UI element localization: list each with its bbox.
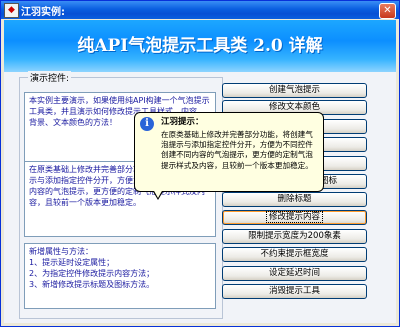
- balloon-body: 在原类基础上修改并完善部分功能，将创建气泡提示与添加指定控件分开，方便为不同控件…: [161, 130, 313, 170]
- title-bar[interactable]: ◆ 江羽实例: ✕: [1, 1, 399, 19]
- limit-width-button[interactable]: 限制提示宽度为200象素: [222, 229, 367, 244]
- change-tip-content-label: 修改提示内容: [265, 211, 323, 223]
- destroy-tooltip-button[interactable]: 消毁提示工具: [222, 284, 367, 299]
- unconstrained-width-button[interactable]: 不约束提示框宽度: [222, 247, 367, 262]
- window-title: 江羽实例:: [21, 7, 65, 18]
- header-banner: 纯API气泡提示工具类 2.0 详解: [4, 20, 396, 72]
- demo-textbox-3[interactable]: 新增属性与方法： 1、提示延时设定属性； 2、为指定控件修改提示内容方法； 3、…: [24, 243, 216, 309]
- page-title: 纯API气泡提示工具类 2.0 详解: [77, 36, 323, 56]
- demo-group-label: 演示控件:: [28, 71, 72, 84]
- balloon-tooltip: i 江羽提示： 在原类基础上修改并完善部分功能，将创建气泡提示与添加指定控件分开…: [134, 112, 324, 192]
- create-balloon-button[interactable]: 创建气泡提示: [222, 83, 367, 98]
- balloon-tail-fill: [153, 189, 163, 198]
- delete-title-button[interactable]: 删除标题: [222, 192, 367, 207]
- balloon-title: 江羽提示：: [161, 117, 204, 127]
- app-icon: ◆: [4, 3, 19, 18]
- set-delay-button[interactable]: 设定延迟时间: [222, 266, 367, 281]
- app-window: ◆ 江羽实例: ✕ 纯API气泡提示工具类 2.0 详解 演示控件: 本实例主要…: [0, 0, 400, 327]
- client-area: 纯API气泡提示工具类 2.0 详解 演示控件: 本实例主要演示，如果使用纯AP…: [4, 20, 396, 323]
- close-button[interactable]: ✕: [379, 3, 396, 19]
- info-icon: i: [140, 117, 154, 131]
- change-tip-content-button[interactable]: 修改提示内容: [222, 210, 367, 225]
